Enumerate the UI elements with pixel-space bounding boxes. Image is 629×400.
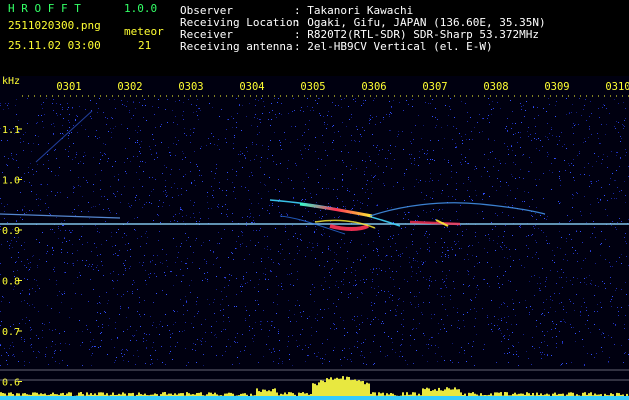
time-tick-label: 0307: [422, 81, 447, 93]
y-tick-label: 0.9: [2, 226, 20, 237]
time-tick-label: 0308: [483, 81, 508, 93]
time-tick-label: 0305: [300, 81, 325, 93]
time-tick-label: 0303: [178, 81, 203, 93]
time-tick-label: 0310: [605, 81, 629, 93]
header-panel: H R O F F T 1.0.0 2511020300.png meteor …: [0, 0, 629, 76]
time-tick-label: 0309: [544, 81, 569, 93]
meteor-count: 21: [138, 39, 152, 52]
y-tick-label: 0.7: [2, 327, 20, 338]
y-axis-unit: kHz: [2, 76, 20, 87]
spectrogram-panel: kHz 1.1 1.0 0.9 0.8 0.7 0.6 0301 0302 0303 0304 0…: [0, 76, 629, 400]
time-tick-label: 0304: [239, 81, 264, 93]
image-filename: 2511020300.png: [8, 19, 101, 32]
y-tick-label: 0.8: [2, 277, 20, 288]
spectrogram-background: [0, 76, 629, 400]
spectrogram-canvas: kHz 1.1 1.0 0.9 0.8 0.7 0.6 0301 0302 0303 0304 0…: [0, 76, 629, 400]
y-tick-label: 0.6: [2, 378, 20, 389]
time-tick-label: 0306: [361, 81, 386, 93]
antenna-label: Receiving antenna: [180, 40, 293, 53]
app-version: 1.0.0: [124, 2, 158, 15]
y-tick-label: 1.0: [2, 176, 20, 187]
meteor-label: meteor: [124, 25, 164, 38]
y-tick-label: 1.1: [2, 125, 20, 136]
time-tick-label: 0301: [56, 81, 81, 93]
app-name: H R O F F T: [8, 2, 81, 15]
time-tick-label: 0302: [117, 81, 142, 93]
antenna-value: : 2el-HB9CV Vertical (el. E-W): [294, 40, 493, 53]
observation-datetime: 25.11.02 03:00: [8, 39, 101, 52]
